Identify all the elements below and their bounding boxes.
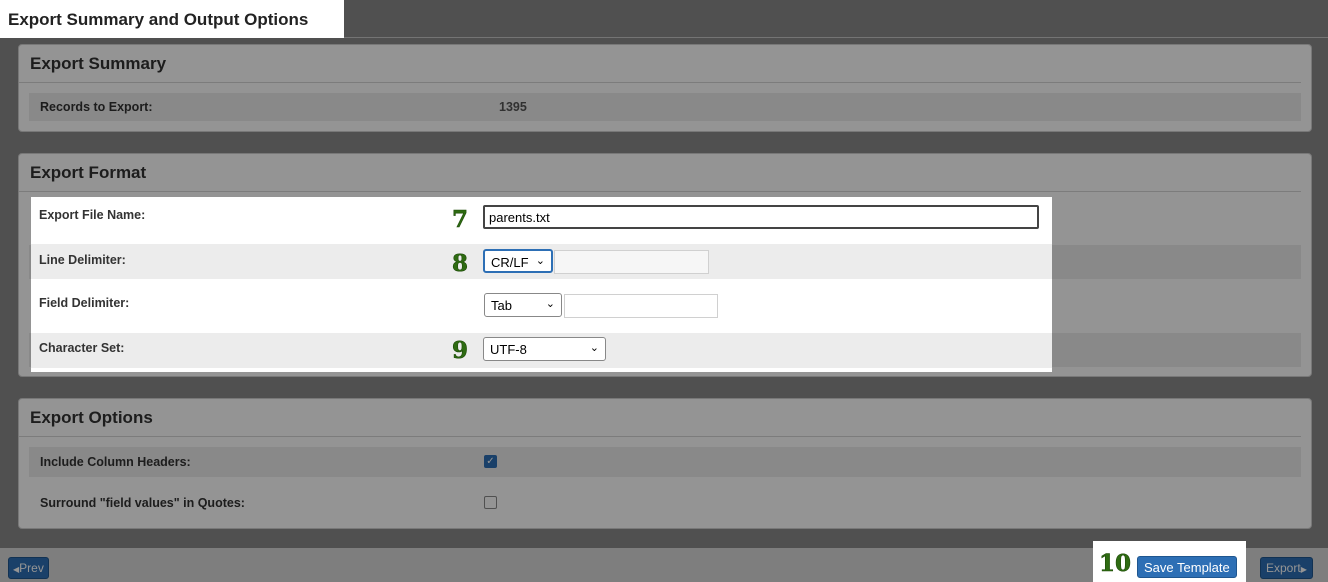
field-delim-row: Field Delimiter: Tab ⌄	[31, 288, 1052, 323]
chevron-down-icon: ⌄	[589, 342, 599, 354]
quotes-label: Surround "field values" in Quotes:	[40, 496, 245, 510]
headers-row: Include Column Headers: ✓	[29, 447, 1301, 477]
export-summary-heading: Export Summary	[19, 45, 1301, 83]
quotes-row: Surround "field values" in Quotes:	[29, 488, 1301, 518]
export-options-heading: Export Options	[19, 399, 1301, 437]
records-label: Records to Export:	[40, 100, 153, 114]
field-delimiter-custom-field[interactable]	[564, 294, 718, 318]
field-delimiter-select[interactable]: Tab ⌄	[484, 293, 562, 317]
chevron-down-icon: ⌄	[535, 255, 545, 267]
export-options-panel: Export Options Include Column Headers: ✓…	[18, 398, 1312, 529]
include-headers-checkbox[interactable]: ✓	[484, 455, 497, 468]
export-arrow-icon: ▶	[1300, 565, 1307, 574]
step-7-marker: 7	[452, 206, 469, 234]
step-10-marker: 10	[1099, 550, 1132, 578]
format-highlight: Export File Name: 7 Line Delimiter: 8 CR…	[31, 197, 1052, 372]
file-name-label: Export File Name:	[39, 208, 146, 222]
page-title: Export Summary and Output Options	[0, 0, 344, 38]
charset-row: Character Set: 9 UTF-8 ⌄	[31, 333, 1052, 368]
save-template-highlight: 10 Save Template	[1093, 541, 1246, 582]
character-set-select[interactable]: UTF-8 ⌄	[483, 337, 606, 361]
line-delimiter-custom-field[interactable]	[554, 250, 709, 274]
line-delim-row: Line Delimiter: 8 CR/LF ⌄	[31, 244, 1052, 279]
records-row: Records to Export: 1395	[29, 93, 1301, 121]
records-value: 1395	[499, 100, 527, 114]
line-delim-label: Line Delimiter:	[39, 253, 126, 267]
export-summary-panel: Export Summary Records to Export: 1395	[18, 44, 1312, 132]
surround-quotes-checkbox[interactable]	[484, 496, 497, 509]
field-delim-label: Field Delimiter:	[39, 296, 130, 310]
step-9-marker: 9	[452, 337, 469, 365]
export-format-heading: Export Format	[19, 154, 1301, 192]
save-template-button[interactable]: Save Template	[1137, 556, 1237, 578]
prev-button[interactable]: ◀Prev	[8, 557, 49, 579]
chevron-down-icon: ⌄	[545, 298, 555, 310]
export-file-name-input[interactable]	[483, 205, 1039, 229]
headers-label: Include Column Headers:	[40, 455, 191, 469]
step-8-marker: 8	[452, 250, 469, 278]
file-name-row: Export File Name: 7	[31, 197, 1052, 234]
line-delimiter-select[interactable]: CR/LF ⌄	[483, 249, 553, 273]
charset-label: Character Set:	[39, 341, 125, 355]
export-button[interactable]: Export▶	[1260, 557, 1313, 579]
